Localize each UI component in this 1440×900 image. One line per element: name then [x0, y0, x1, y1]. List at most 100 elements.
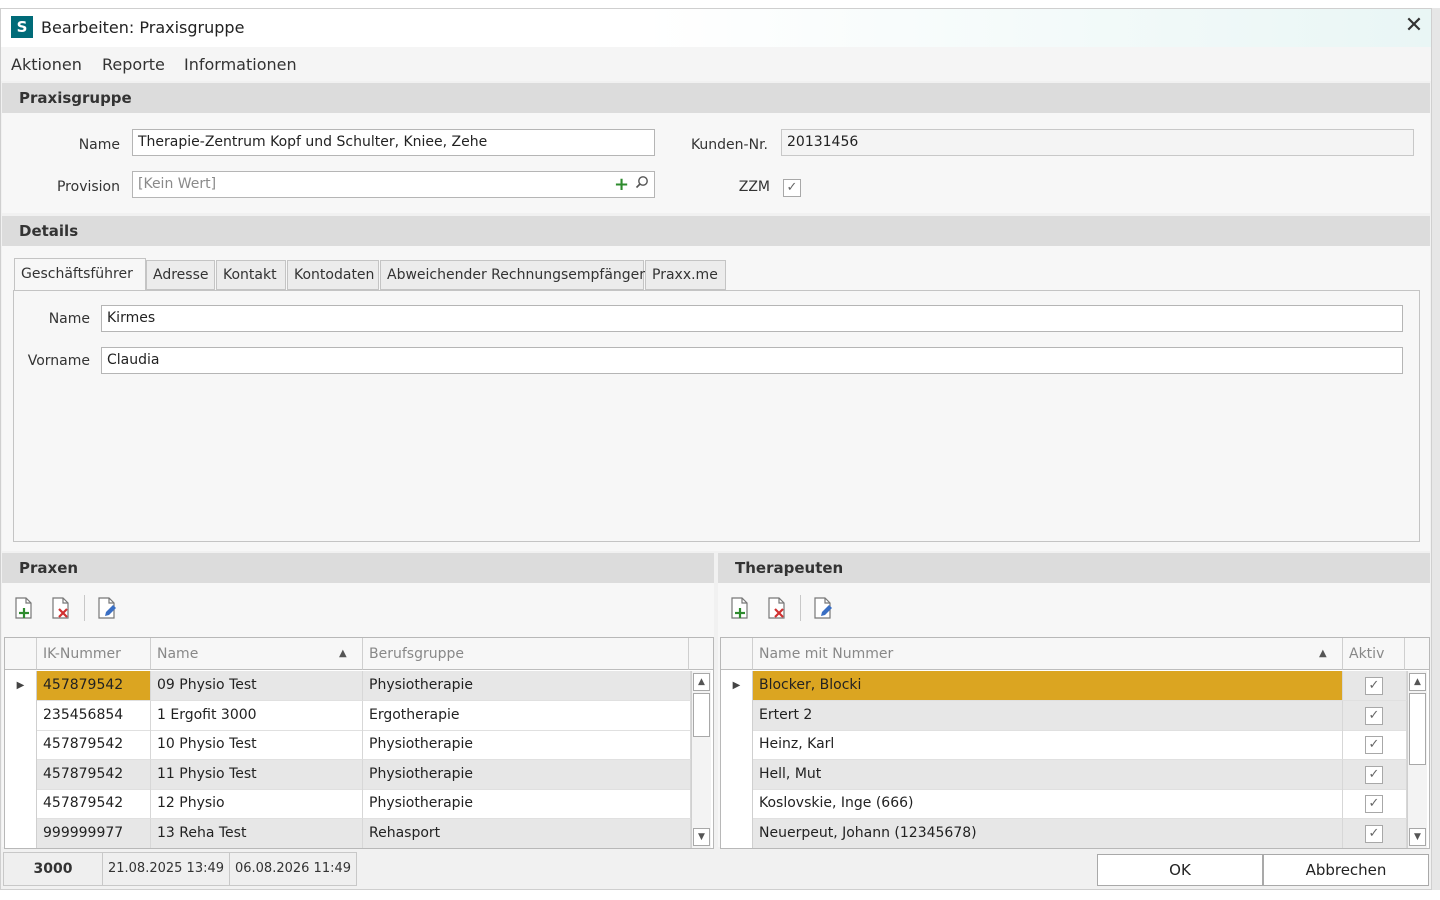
table-row[interactable]: Heinz, Karl ✓	[721, 730, 1407, 760]
current-row-icon: ▶	[721, 671, 753, 701]
tab-adresse[interactable]: Adresse	[146, 260, 215, 290]
table-row[interactable]: ▶ Blocker, Blocki ✓	[721, 671, 1407, 701]
table-row[interactable]: ▶ 457879542 09 Physio Test Physiotherapi…	[5, 671, 691, 701]
col-name-mit-nummer-label: Name mit Nummer	[759, 646, 894, 662]
menu-reporte[interactable]: Reporte	[102, 55, 165, 74]
aktiv-checkbox[interactable]: ✓	[1365, 736, 1383, 754]
scroll-header-corner	[689, 638, 713, 670]
details-tab-strip: Geschäftsführer Adresse Kontakt Kontodat…	[14, 258, 1424, 294]
table-row[interactable]: 457879542 10 Physio Test Physiotherapie	[5, 730, 691, 760]
cell-aktiv: ✓	[1343, 819, 1407, 848]
tab-kontodaten[interactable]: Kontodaten	[287, 260, 379, 290]
cell-ik: 999999977	[37, 819, 151, 848]
provision-lookup[interactable]: [Kein Wert] +	[132, 171, 655, 198]
table-row[interactable]: 235456854 1 Ergofit 3000 Ergotherapie	[5, 701, 691, 731]
aktiv-checkbox[interactable]: ✓	[1365, 707, 1383, 725]
aktiv-checkbox[interactable]: ✓	[1365, 677, 1383, 695]
add-document-icon[interactable]	[12, 596, 36, 620]
zzm-checkbox[interactable]: ✓	[783, 179, 801, 197]
table-row[interactable]: Neuerpeut, Johann (12345678) ✓	[721, 819, 1407, 848]
toolbar-divider	[84, 595, 85, 621]
praxen-scrollbar[interactable]: ▲ ▼	[691, 671, 711, 848]
col-name[interactable]: Name ▲	[151, 638, 363, 670]
row-indicator	[5, 701, 37, 731]
praxisgruppe-panel: Name Therapie-Zentrum Kopf und Schulter,…	[2, 113, 1430, 213]
table-row[interactable]: 999999977 13 Reha Test Rehasport	[5, 819, 691, 848]
add-icon[interactable]: +	[614, 172, 629, 197]
add-document-icon[interactable]	[728, 596, 752, 620]
name-field[interactable]: Therapie-Zentrum Kopf und Schulter, Knie…	[132, 129, 655, 156]
cell-name: 10 Physio Test	[151, 730, 363, 760]
gf-name-field[interactable]: Kirmes	[101, 305, 1403, 332]
gf-vorname-label: Vorname	[27, 353, 90, 369]
toolbar-divider	[800, 595, 801, 621]
provision-label: Provision	[56, 179, 120, 195]
delete-document-icon[interactable]	[765, 596, 789, 620]
menu-informationen[interactable]: Informationen	[184, 55, 297, 74]
gf-name-label: Name	[48, 311, 90, 327]
therapeuten-scrollbar[interactable]: ▲ ▼	[1407, 671, 1427, 848]
ok-button[interactable]: OK	[1097, 854, 1263, 886]
scroll-thumb[interactable]	[693, 693, 710, 737]
status-created: 21.08.2025 13:49	[102, 852, 230, 886]
scroll-up-icon[interactable]: ▲	[1409, 673, 1426, 691]
cell-aktiv: ✓	[1343, 730, 1407, 760]
cell-berufsgruppe: Physiotherapie	[363, 760, 691, 790]
scroll-down-icon[interactable]: ▼	[693, 828, 710, 846]
edit-document-icon[interactable]	[811, 596, 835, 620]
sort-ascending-icon: ▲	[339, 648, 347, 659]
cell-ik: 235456854	[37, 701, 151, 731]
table-row[interactable]: Ertert 2 ✓	[721, 701, 1407, 731]
name-label: Name	[78, 137, 120, 153]
tab-praxx-me[interactable]: Praxx.me	[645, 260, 726, 290]
app-logo-icon: S	[11, 16, 33, 38]
kunden-nr-field[interactable]: 20131456	[781, 129, 1414, 156]
cell-berufsgruppe: Physiotherapie	[363, 671, 691, 701]
table-row[interactable]: 457879542 12 Physio Physiotherapie	[5, 789, 691, 819]
praxen-grid: IK-Nummer Name ▲ Berufsgruppe ▶ 45787954…	[4, 637, 714, 849]
menu-aktionen[interactable]: Aktionen	[11, 55, 82, 74]
row-indicator	[5, 760, 37, 790]
col-name-mit-nummer[interactable]: Name mit Nummer ▲	[753, 638, 1343, 670]
cell-berufsgruppe: Rehasport	[363, 819, 691, 848]
row-indicator	[5, 730, 37, 760]
scroll-up-icon[interactable]: ▲	[693, 673, 710, 691]
close-icon[interactable]: ✕	[1401, 13, 1427, 39]
col-aktiv[interactable]: Aktiv	[1343, 638, 1405, 670]
cell-name-mit-nummer: Neuerpeut, Johann (12345678)	[753, 819, 1343, 848]
edit-document-icon[interactable]	[95, 596, 119, 620]
therapeuten-rows: ▶ Blocker, Blocki ✓ Ertert 2 ✓ Heinz, Ka…	[721, 671, 1407, 848]
table-row[interactable]: Hell, Mut ✓	[721, 760, 1407, 790]
gf-vorname-field[interactable]: Claudia	[101, 347, 1403, 374]
table-row[interactable]: 457879542 11 Physio Test Physiotherapie	[5, 760, 691, 790]
tab-abweichender-rechnungsempfaenger[interactable]: Abweichender Rechnungsempfänger	[380, 260, 645, 290]
status-bar: 3000 21.08.2025 13:49 06.08.2026 11:49	[3, 852, 363, 886]
tab-geschaeftsfuehrer[interactable]: Geschäftsführer	[14, 258, 146, 290]
cell-name-mit-nummer: Ertert 2	[753, 701, 1343, 731]
scroll-down-icon[interactable]: ▼	[1409, 828, 1426, 846]
row-indicator	[721, 760, 753, 790]
delete-document-icon[interactable]	[49, 596, 73, 620]
cell-name-mit-nummer: Hell, Mut	[753, 760, 1343, 790]
row-indicator	[721, 701, 753, 731]
row-indicator	[5, 819, 37, 848]
row-indicator	[5, 789, 37, 819]
col-name-label: Name	[157, 646, 199, 662]
cell-name: 1 Ergofit 3000	[151, 701, 363, 731]
col-ik-nummer[interactable]: IK-Nummer	[37, 638, 151, 670]
aktiv-checkbox[interactable]: ✓	[1365, 825, 1383, 843]
status-id: 3000	[3, 852, 103, 886]
col-berufsgruppe[interactable]: Berufsgruppe	[363, 638, 689, 670]
background-window-edge	[1432, 8, 1440, 890]
aktiv-checkbox[interactable]: ✓	[1365, 766, 1383, 784]
window-title: Bearbeiten: Praxisgruppe	[41, 18, 245, 37]
search-icon[interactable]	[635, 173, 649, 198]
cell-aktiv: ✓	[1343, 671, 1407, 701]
praxisgruppe-header: Praxisgruppe	[2, 83, 1430, 113]
current-row-icon: ▶	[5, 671, 37, 701]
tab-kontakt[interactable]: Kontakt	[216, 260, 286, 290]
table-row[interactable]: Koslovskie, Inge (666) ✓	[721, 789, 1407, 819]
cancel-button[interactable]: Abbrechen	[1263, 854, 1429, 886]
scroll-thumb[interactable]	[1409, 693, 1426, 765]
aktiv-checkbox[interactable]: ✓	[1365, 795, 1383, 813]
